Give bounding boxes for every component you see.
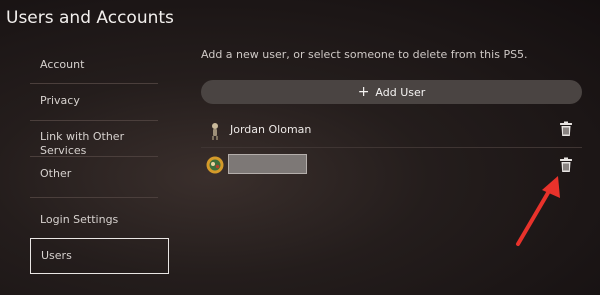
- sidebar-divider: [30, 120, 158, 121]
- plus-icon: +: [357, 84, 370, 100]
- page-title: Users and Accounts: [6, 8, 174, 28]
- row-divider: [201, 147, 582, 148]
- sidebar-divider: [30, 156, 158, 157]
- sidebar-item-login-settings[interactable]: Login Settings: [30, 213, 168, 227]
- user-name: Jordan Oloman: [230, 123, 312, 136]
- sidebar-divider: [30, 83, 158, 84]
- redacted-user-name: [228, 154, 307, 174]
- user-row-jordan[interactable]: Jordan Oloman: [201, 112, 582, 148]
- sidebar-item-account[interactable]: Account: [30, 58, 168, 72]
- instruction-text: Add a new user, or select someone to del…: [201, 48, 528, 61]
- annotation-arrow-icon: [516, 176, 560, 246]
- sidebar-item-privacy[interactable]: Privacy: [30, 94, 168, 108]
- sidebar-item-link-services[interactable]: Link with Other Services: [30, 130, 168, 158]
- sidebar-item-users[interactable]: Users: [30, 238, 169, 274]
- avatar: [206, 156, 224, 174]
- add-user-label: Add User: [375, 85, 426, 99]
- trash-icon[interactable]: [559, 121, 573, 137]
- sidebar-divider: [30, 197, 158, 198]
- sidebar-item-other[interactable]: Other: [30, 167, 168, 181]
- add-user-button[interactable]: + Add User: [201, 80, 582, 104]
- avatar: [212, 123, 218, 140]
